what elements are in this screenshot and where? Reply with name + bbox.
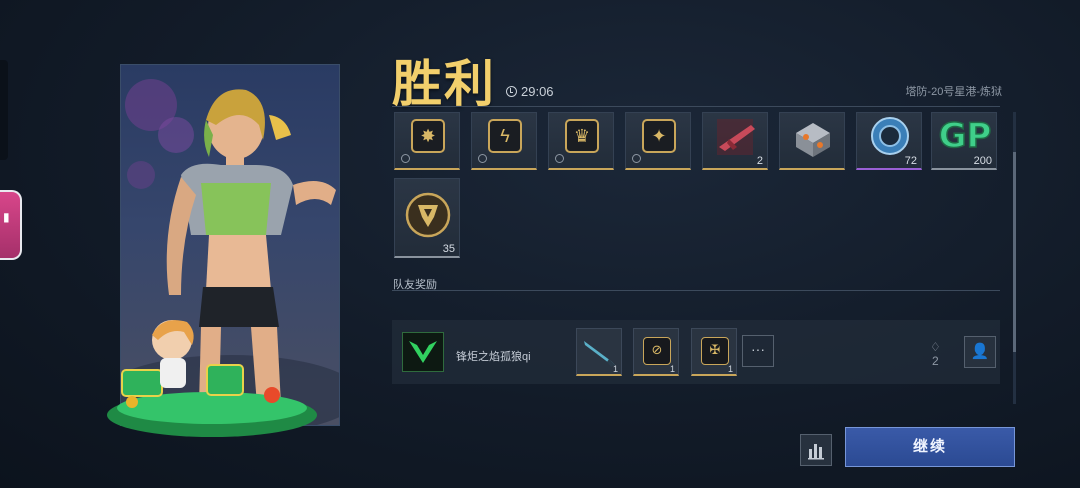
- like-icon: ♢: [930, 340, 941, 354]
- gun-blueprint-icon: [717, 119, 755, 155]
- clock-icon: [506, 86, 517, 97]
- like-button[interactable]: ♢ 2: [930, 340, 941, 368]
- reward-count: 200: [973, 155, 992, 167]
- reward-count: 72: [904, 155, 917, 167]
- more-items-button[interactable]: ···: [742, 335, 774, 367]
- reward-item[interactable]: 35: [394, 178, 460, 258]
- teammate-row: 锋炬之焰孤狼qi 1 ⊘ 1 ✠ 1 ··· ♢ 2 👤: [392, 320, 1000, 384]
- side-app-shortcut[interactable]: ▮: [0, 190, 22, 260]
- crown-emblem-icon: ♛: [565, 119, 599, 153]
- beetle-emblem-icon: ✦: [642, 119, 676, 153]
- badge-icon: [401, 154, 410, 163]
- green-wolf-avatar-icon: [409, 341, 437, 363]
- reward-count: 2: [756, 155, 763, 167]
- edge-tab[interactable]: [0, 60, 8, 160]
- bar-chart-icon: [808, 444, 824, 460]
- timer-value: 29:06: [521, 84, 554, 99]
- item-count: 1: [612, 364, 618, 374]
- slash-emblem-icon: ⊘: [643, 337, 671, 365]
- reward-item[interactable]: 2: [702, 112, 768, 170]
- rewards-scrollbar[interactable]: [1013, 112, 1016, 404]
- teammate-reward-item[interactable]: ⊘ 1: [633, 328, 679, 376]
- match-timer: 29:06: [506, 84, 554, 99]
- mascot-sticker: [107, 320, 317, 437]
- add-friend-button[interactable]: 👤: [964, 336, 996, 368]
- header-divider: [392, 106, 1000, 107]
- cross-emblem-icon: ✠: [701, 337, 729, 365]
- map-name: 塔防-20号星港-炼狱: [905, 86, 1002, 98]
- like-count: 2: [932, 354, 939, 368]
- badge-icon: [632, 154, 641, 163]
- reward-item[interactable]: ♛: [548, 112, 614, 170]
- badge-icon: [478, 154, 487, 163]
- reward-item[interactable]: ϟ: [471, 112, 537, 170]
- reward-item[interactable]: 72: [856, 112, 922, 170]
- teammate-reward-item[interactable]: ✠ 1: [691, 328, 737, 376]
- item-count: 1: [669, 364, 675, 374]
- add-friend-icon: 👤: [970, 343, 990, 360]
- reward-item[interactable]: ✸: [394, 112, 460, 170]
- stats-button[interactable]: [800, 434, 832, 466]
- teammate-name: 锋炬之焰孤狼qi: [456, 351, 531, 363]
- reward-count: 35: [442, 243, 455, 255]
- teammate-reward-item[interactable]: 1: [576, 328, 622, 376]
- teammate-avatar[interactable]: [402, 332, 444, 372]
- continue-button[interactable]: 继续: [845, 427, 1015, 467]
- shield-badge-icon: [405, 192, 451, 238]
- spider-emblem-icon: ✸: [411, 119, 445, 153]
- blue-token-icon: [871, 117, 909, 155]
- supply-crate-icon: [796, 123, 830, 157]
- badge-icon: [555, 154, 564, 163]
- gp-currency-icon: GP: [938, 115, 992, 153]
- svg-text:GP: GP: [939, 116, 992, 153]
- reward-item[interactable]: GP 200: [931, 112, 997, 170]
- lightning-emblem-icon: ϟ: [488, 119, 522, 153]
- app-glyph-icon: ▮: [3, 210, 10, 224]
- section-divider: [392, 290, 1000, 291]
- reward-item[interactable]: ✦: [625, 112, 691, 170]
- item-count: 1: [727, 364, 733, 374]
- reward-item[interactable]: [779, 112, 845, 170]
